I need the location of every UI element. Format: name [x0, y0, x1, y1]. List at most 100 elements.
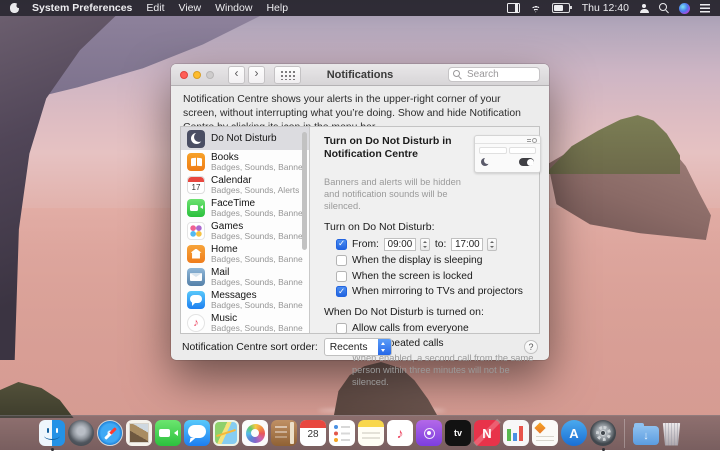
option-mirroring[interactable]: When mirroring to TVs and projectors — [336, 286, 541, 298]
mini-toggle — [519, 158, 534, 166]
display-sleeping-checkbox[interactable] — [336, 255, 347, 267]
tv-dock-icon[interactable]: tv — [445, 420, 471, 446]
search-field[interactable] — [448, 67, 540, 82]
menu-app-name[interactable]: System Preferences — [32, 2, 132, 14]
contacts-dock-icon[interactable] — [271, 420, 297, 446]
user-switch-icon[interactable] — [639, 3, 649, 13]
sort-order-label: Notification Centre sort order: — [182, 341, 318, 353]
back-button[interactable]: ‹ — [228, 65, 245, 84]
launchpad-dock-icon[interactable] — [68, 420, 94, 446]
apple-menu-icon[interactable] — [10, 3, 19, 13]
checkbox-label: When mirroring to TVs and projectors — [352, 286, 523, 298]
screen-locked-checkbox[interactable] — [336, 270, 347, 282]
sidebar-item-name: Messages — [211, 289, 257, 301]
downloads-dock-icon[interactable]: ↓ — [633, 423, 659, 445]
facetime-dock-icon[interactable] — [155, 420, 181, 446]
app-notification-list: Do Not Disturb Books Badges, Sounds, Bann… — [181, 127, 310, 333]
notes-dock-icon[interactable] — [358, 420, 384, 446]
sidebar-item-books[interactable]: Books Badges, Sounds, Banners — [181, 150, 309, 173]
search-input[interactable] — [465, 68, 535, 81]
to-label: to: — [434, 238, 447, 250]
trash-dock-icon[interactable] — [662, 422, 681, 446]
calendar-icon: 17 — [187, 175, 205, 194]
option-screen-locked[interactable]: When the screen is locked — [336, 270, 541, 282]
running-indicator — [601, 447, 605, 451]
battery-icon[interactable] — [551, 3, 573, 13]
app-store-dock-icon[interactable]: A — [561, 420, 587, 446]
sidebar-item-messages[interactable]: Messages Badges, Sounds, Banners — [181, 288, 309, 311]
sidebar-item-calendar[interactable]: 17 Calendar Badges, Sounds, Alerts — [181, 173, 309, 196]
option-allow-calls[interactable]: Allow calls from everyone — [336, 322, 541, 334]
calendar-day-number: 28 — [307, 429, 319, 440]
news-letter: N — [482, 425, 492, 441]
safari-dock-icon[interactable] — [97, 420, 123, 446]
wallpaper-right-headland-grass — [548, 115, 680, 174]
checkbox-label: Allow calls from everyone — [352, 322, 469, 334]
facetime-icon — [187, 198, 205, 217]
sidebar-item-name: Books — [211, 151, 239, 163]
spotlight-icon[interactable] — [659, 3, 669, 13]
mail-icon — [187, 267, 205, 286]
turn-on-title: Turn on Do Not Disturb in Notification C… — [324, 135, 452, 161]
menu-help[interactable]: Help — [266, 2, 288, 14]
menu-view[interactable]: View — [179, 2, 202, 14]
messages-dock-icon[interactable] — [184, 420, 210, 446]
sidebar-item-music[interactable]: ♪ Music Badges, Sounds, Banners — [181, 311, 309, 333]
sidebar-item-do-not-disturb[interactable]: Do Not Disturb — [181, 127, 309, 150]
notification-centre-icon[interactable] — [700, 3, 710, 13]
to-time-input[interactable]: 17:00 — [451, 237, 484, 251]
numbers-dock-icon[interactable] — [503, 420, 529, 446]
preview-dock-icon[interactable] — [126, 420, 152, 446]
notification-centre-illustration — [474, 135, 541, 173]
menu-clock[interactable]: Thu 12:40 — [582, 2, 629, 14]
system-preferences-window: Notifications ‹ › Notification Centre sh… — [171, 64, 549, 387]
app-store-letter: A — [569, 425, 579, 441]
title-bar[interactable]: Notifications ‹ › — [171, 64, 549, 86]
display-status-icon[interactable] — [506, 3, 520, 13]
sidebar-item-subtitle: Badges, Sounds, Banners — [211, 253, 303, 264]
allow-calls-checkbox[interactable] — [336, 322, 347, 334]
sort-order-popup[interactable]: Recents — [323, 338, 392, 356]
calendar-dock-icon[interactable]: 28 — [300, 420, 326, 446]
photos-dock-icon[interactable] — [242, 420, 268, 446]
content-area: Do Not Disturb Books Badges, Sounds, Bann… — [180, 126, 541, 387]
sidebar-item-mail[interactable]: Mail Badges, Sounds, Banners — [181, 265, 309, 288]
sidebar-item-name: Games — [211, 220, 244, 232]
wifi-icon[interactable] — [529, 3, 542, 13]
sidebar-item-subtitle: Badges, Sounds, Banners — [211, 322, 303, 333]
show-all-grid-button[interactable] — [274, 65, 301, 84]
menu-window[interactable]: Window — [215, 2, 252, 14]
maps-dock-icon[interactable] — [213, 420, 239, 446]
sidebar-item-facetime[interactable]: FaceTime Badges, Sounds, Banners — [181, 196, 309, 219]
finder-dock-icon[interactable] — [39, 420, 65, 451]
schedule-checkbox[interactable] — [336, 238, 347, 250]
from-time-input[interactable]: 09:00 — [383, 237, 416, 251]
help-button[interactable]: ? — [524, 340, 538, 354]
pages-dock-icon[interactable] — [532, 420, 558, 446]
popup-arrows-icon — [377, 339, 391, 355]
music-icon: ♪ — [187, 313, 205, 332]
menu-bar: System Preferences Edit View Window Help… — [0, 0, 720, 16]
window-footer: Notification Centre sort order: Recents … — [171, 334, 549, 360]
mirroring-checkbox[interactable] — [336, 286, 347, 298]
when-on-section-label: When Do Not Disturb is turned on: — [324, 306, 484, 319]
forward-button[interactable]: › — [248, 65, 265, 84]
menu-edit[interactable]: Edit — [146, 2, 164, 14]
reminders-dock-icon[interactable] — [329, 420, 355, 446]
sidebar-item-home[interactable]: Home Badges, Sounds, Banners — [181, 242, 309, 265]
podcasts-dock-icon[interactable] — [416, 420, 442, 446]
from-time-stepper[interactable] — [419, 237, 430, 251]
to-time-stepper[interactable] — [487, 237, 498, 251]
music-dock-icon[interactable]: ♪ — [387, 420, 413, 446]
sidebar-item-games[interactable]: Games Badges, Sounds, Banners — [181, 219, 309, 242]
calendar-icon-day: 17 — [191, 182, 201, 192]
news-dock-icon[interactable]: N — [474, 420, 500, 446]
siri-icon[interactable] — [679, 2, 690, 14]
option-display-sleeping[interactable]: When the display is sleeping — [336, 255, 541, 267]
tv-logo-text: tv — [453, 428, 462, 438]
sidebar-item-name: Mail — [211, 266, 230, 278]
system-preferences-dock-icon[interactable] — [590, 420, 616, 451]
sidebar-scrollbar[interactable] — [302, 132, 307, 250]
sidebar-item-name: Do Not Disturb — [211, 133, 277, 144]
home-icon — [187, 244, 205, 263]
